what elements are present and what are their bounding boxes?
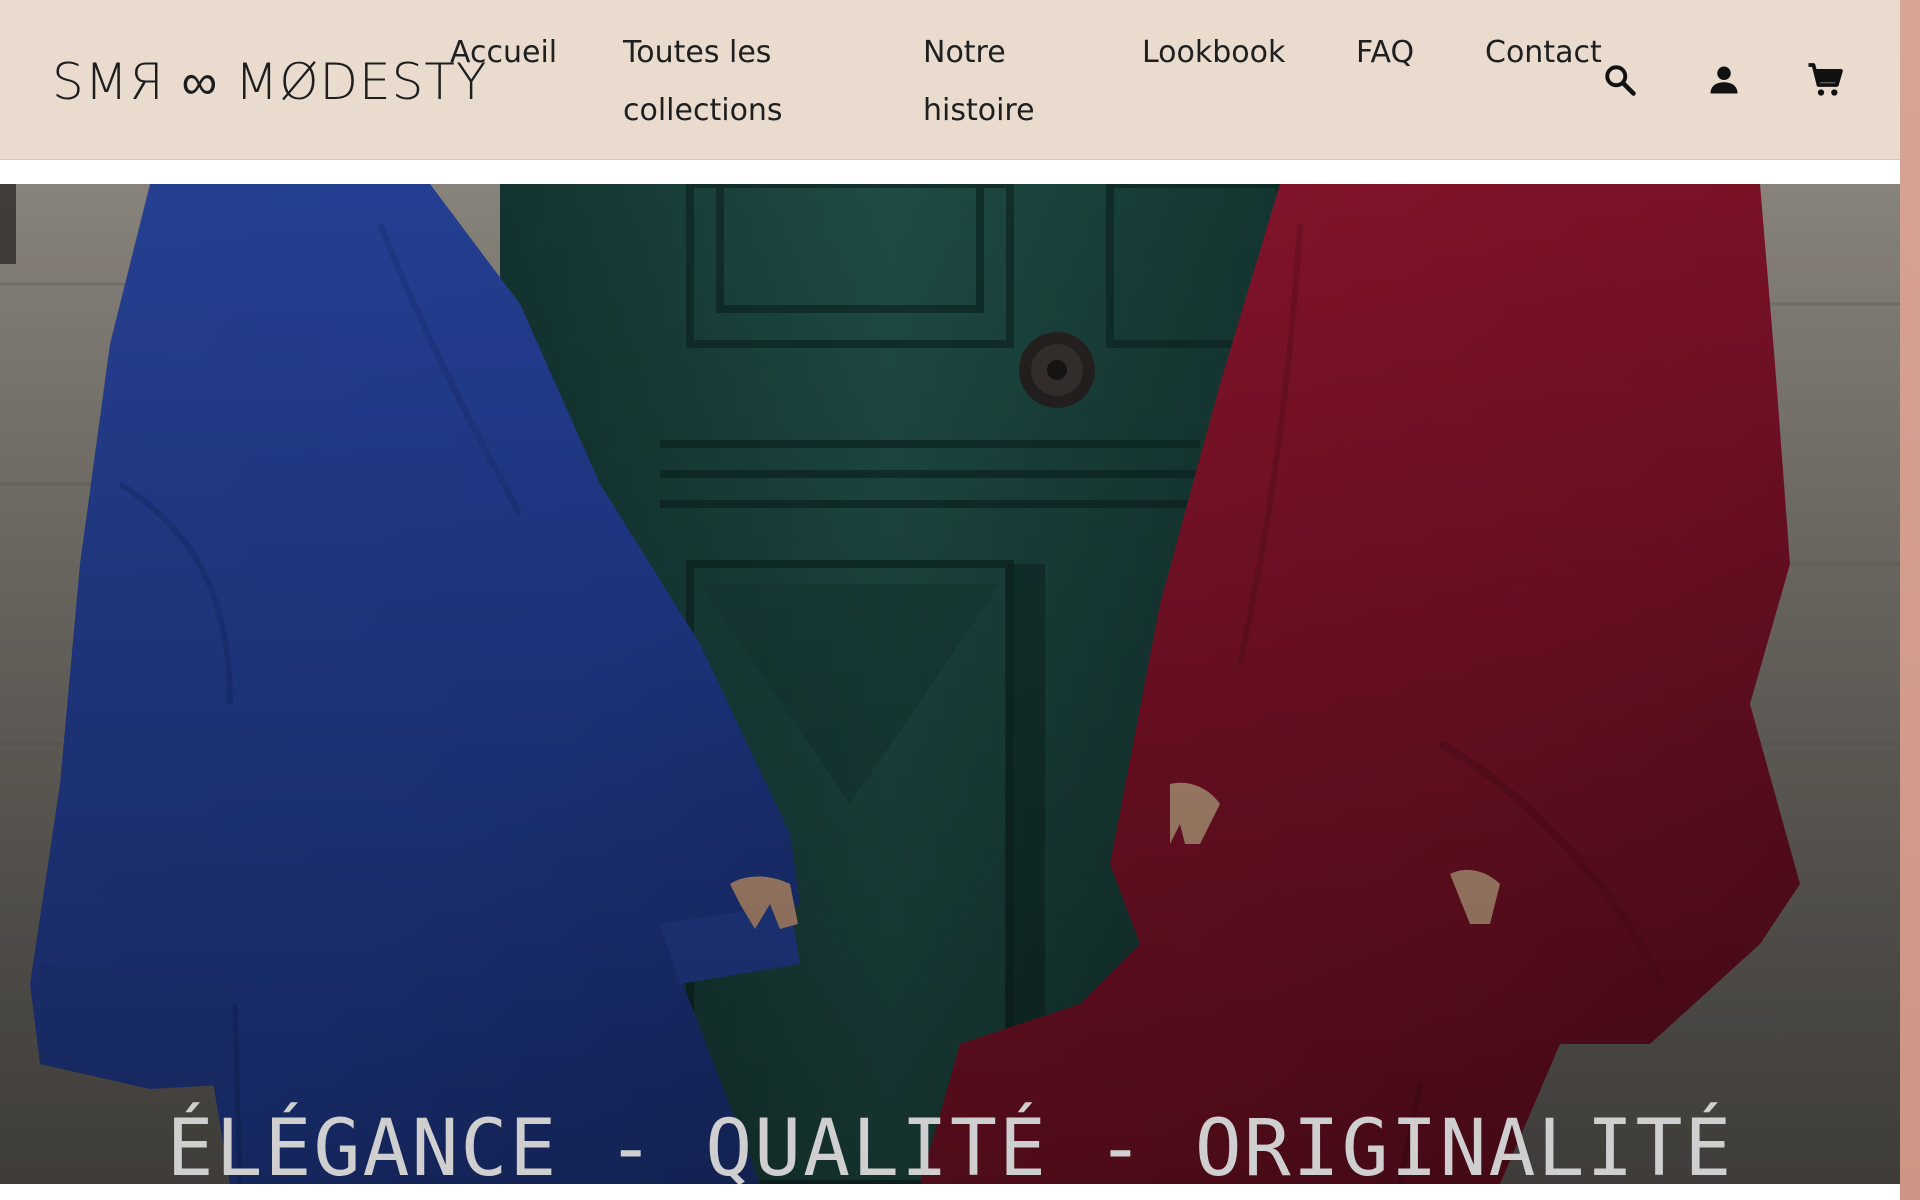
edge-strip	[1900, 0, 1920, 1200]
hero-tagline: ÉLÉGANCE - QUALITÉ - ORIGINALITÉ	[166, 1104, 1734, 1184]
cart-icon	[1808, 63, 1843, 96]
site-header: SMЯ ∞ MØDESTY Accueil Toutes les collect…	[0, 0, 1900, 160]
brand-logo[interactable]: SMЯ ∞ MØDESTY	[52, 52, 487, 112]
account-icon	[1710, 66, 1738, 94]
nav-link-collections[interactable]: Toutes les collections	[623, 24, 833, 140]
hero-tagline-wrap: ÉLÉGANCE - QUALITÉ - ORIGINALITÉ	[0, 1099, 1900, 1184]
nav-link-lookbook[interactable]: Lookbook	[1142, 24, 1312, 82]
hero-banner: ÉLÉGANCE - QUALITÉ - ORIGINALITÉ	[0, 184, 1900, 1184]
nav-link-accueil[interactable]: Accueil	[450, 24, 580, 82]
account-button[interactable]	[1700, 56, 1748, 104]
nav-link-faq[interactable]: FAQ	[1356, 24, 1436, 82]
cart-button[interactable]	[1802, 56, 1850, 104]
search-icon	[1605, 65, 1636, 96]
nav-link-notre-histoire[interactable]: Notre histoire	[923, 24, 1073, 140]
page: SMЯ ∞ MØDESTY Accueil Toutes les collect…	[0, 0, 1920, 1200]
hero-image	[0, 184, 1900, 1184]
search-button[interactable]	[1596, 56, 1644, 104]
